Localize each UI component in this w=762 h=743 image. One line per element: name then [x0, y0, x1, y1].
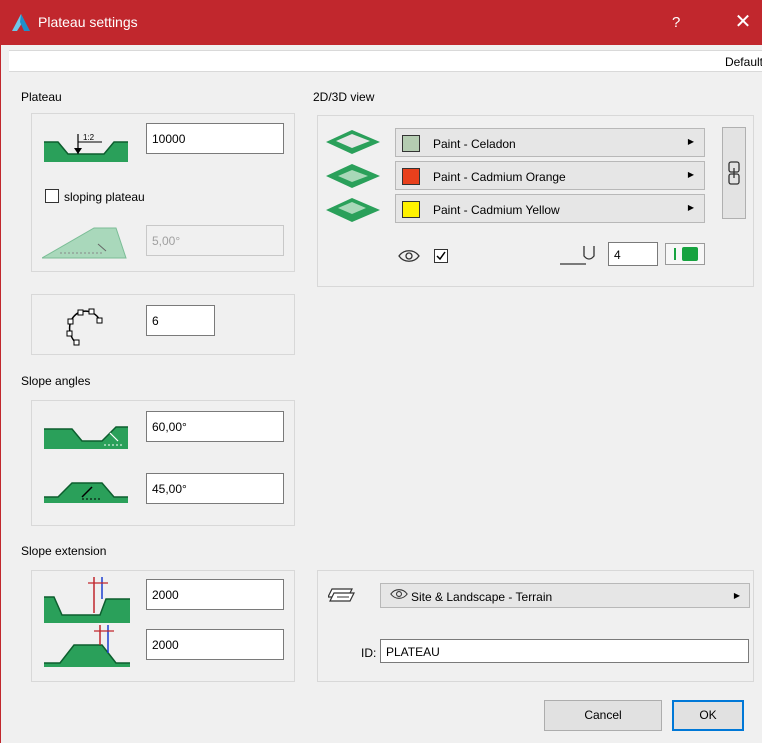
polygon-points-input[interactable]: 6 [146, 305, 215, 336]
bottom-paint-swatch [402, 201, 420, 218]
bottom-paint-name: Paint - Cadmium Yellow [433, 203, 560, 217]
eye-icon [398, 250, 420, 262]
cut-slope-extension-input[interactable]: 2000 [146, 579, 284, 610]
slope-angles-section-title: Slope angles [21, 374, 91, 388]
pen-color-button[interactable] [665, 243, 705, 265]
top-surface-paint-select[interactable]: Paint - Celadon ▶ [395, 128, 705, 157]
fill-slope-extension-icon [44, 625, 130, 667]
sloping-plateau-checkbox[interactable] [45, 189, 59, 203]
side-paint-name: Paint - Cadmium Orange [433, 170, 566, 184]
layers-icon [328, 588, 355, 602]
slope-extension-panel: 2000 2000 [31, 570, 295, 682]
pen-line-swatch [674, 248, 676, 260]
chevron-right-icon: ▶ [687, 137, 694, 146]
chevron-right-icon: ▶ [687, 203, 694, 212]
view-section-title: 2D/3D view [313, 90, 375, 104]
id-input[interactable]: PLATEAU [380, 639, 749, 663]
title-bar: Plateau settings ? ✕ [0, 0, 762, 45]
top-paint-name: Paint - Celadon [433, 137, 516, 151]
chain-link-icon [728, 161, 740, 185]
close-button[interactable]: ✕ [729, 9, 757, 35]
fill-slope-extension-input[interactable]: 2000 [146, 629, 284, 660]
layer-name: Site & Landscape - Terrain [411, 590, 553, 604]
plateau-slope-angle-input[interactable]: 5,00° [146, 225, 284, 256]
link-materials-button[interactable] [722, 127, 746, 219]
cancel-button[interactable]: Cancel [544, 700, 662, 731]
ok-button[interactable]: OK [672, 700, 744, 731]
plateau-slope-angle-icon [42, 227, 127, 259]
sloping-plateau-label: sloping plateau [64, 190, 145, 204]
top-paint-swatch [402, 135, 420, 152]
cut-slope-extension-icon [44, 577, 130, 623]
eye-icon [390, 589, 408, 599]
slope-extension-section-title: Slope extension [21, 544, 107, 558]
dialog-body: Default Plateau 1:2 10000 sloping platea… [0, 45, 762, 743]
layer-select[interactable]: Site & Landscape - Terrain ▶ [380, 583, 750, 608]
cut-slope-angle-icon [44, 426, 128, 449]
side-surface-paint-select[interactable]: Paint - Cadmium Orange ▶ [395, 161, 705, 190]
chevron-right-icon: ▶ [687, 170, 694, 179]
polygon-points-icon [66, 308, 103, 346]
fill-slope-angle-icon [44, 482, 128, 503]
points-panel: 6 [31, 294, 295, 355]
plateau-height-input[interactable]: 10000 [146, 123, 284, 154]
show-surface-checkbox[interactable] [434, 249, 448, 263]
window-title: Plateau settings [38, 14, 138, 30]
checkmark-icon [436, 251, 446, 261]
fill-slope-angle-input[interactable]: 45,00° [146, 473, 284, 504]
id-label: ID: [361, 646, 377, 660]
cut-slope-angle-input[interactable]: 60,00° [146, 411, 284, 442]
layer-panel: Site & Landscape - Terrain ▶ ID: PLATEAU [317, 570, 754, 682]
view-panel: Paint - Celadon ▶ Paint - Cadmium Orange… [317, 115, 754, 287]
surface-material-icons [326, 130, 380, 222]
bottom-surface-paint-select[interactable]: Paint - Cadmium Yellow ▶ [395, 194, 705, 223]
help-button[interactable]: ? [672, 14, 680, 31]
plateau-section-title: Plateau [21, 90, 62, 104]
plateau-panel: 1:2 10000 sloping plateau 5,00° [31, 113, 295, 272]
plateau-height-icon-label: 1:2 [83, 133, 95, 142]
pen-color-swatch [682, 247, 698, 261]
pen-number-input[interactable]: 4 [608, 242, 658, 266]
favorites-label: Default [724, 55, 762, 69]
contour-pen-icon [560, 246, 595, 265]
slope-angles-panel: 60,00° 45,00° [31, 400, 295, 526]
favorites-bar[interactable]: Default [9, 50, 762, 72]
archicad-logo-icon [12, 14, 30, 31]
chevron-right-icon: ▶ [733, 591, 740, 600]
side-paint-swatch [402, 168, 420, 185]
plateau-height-icon: 1:2 [44, 133, 128, 162]
